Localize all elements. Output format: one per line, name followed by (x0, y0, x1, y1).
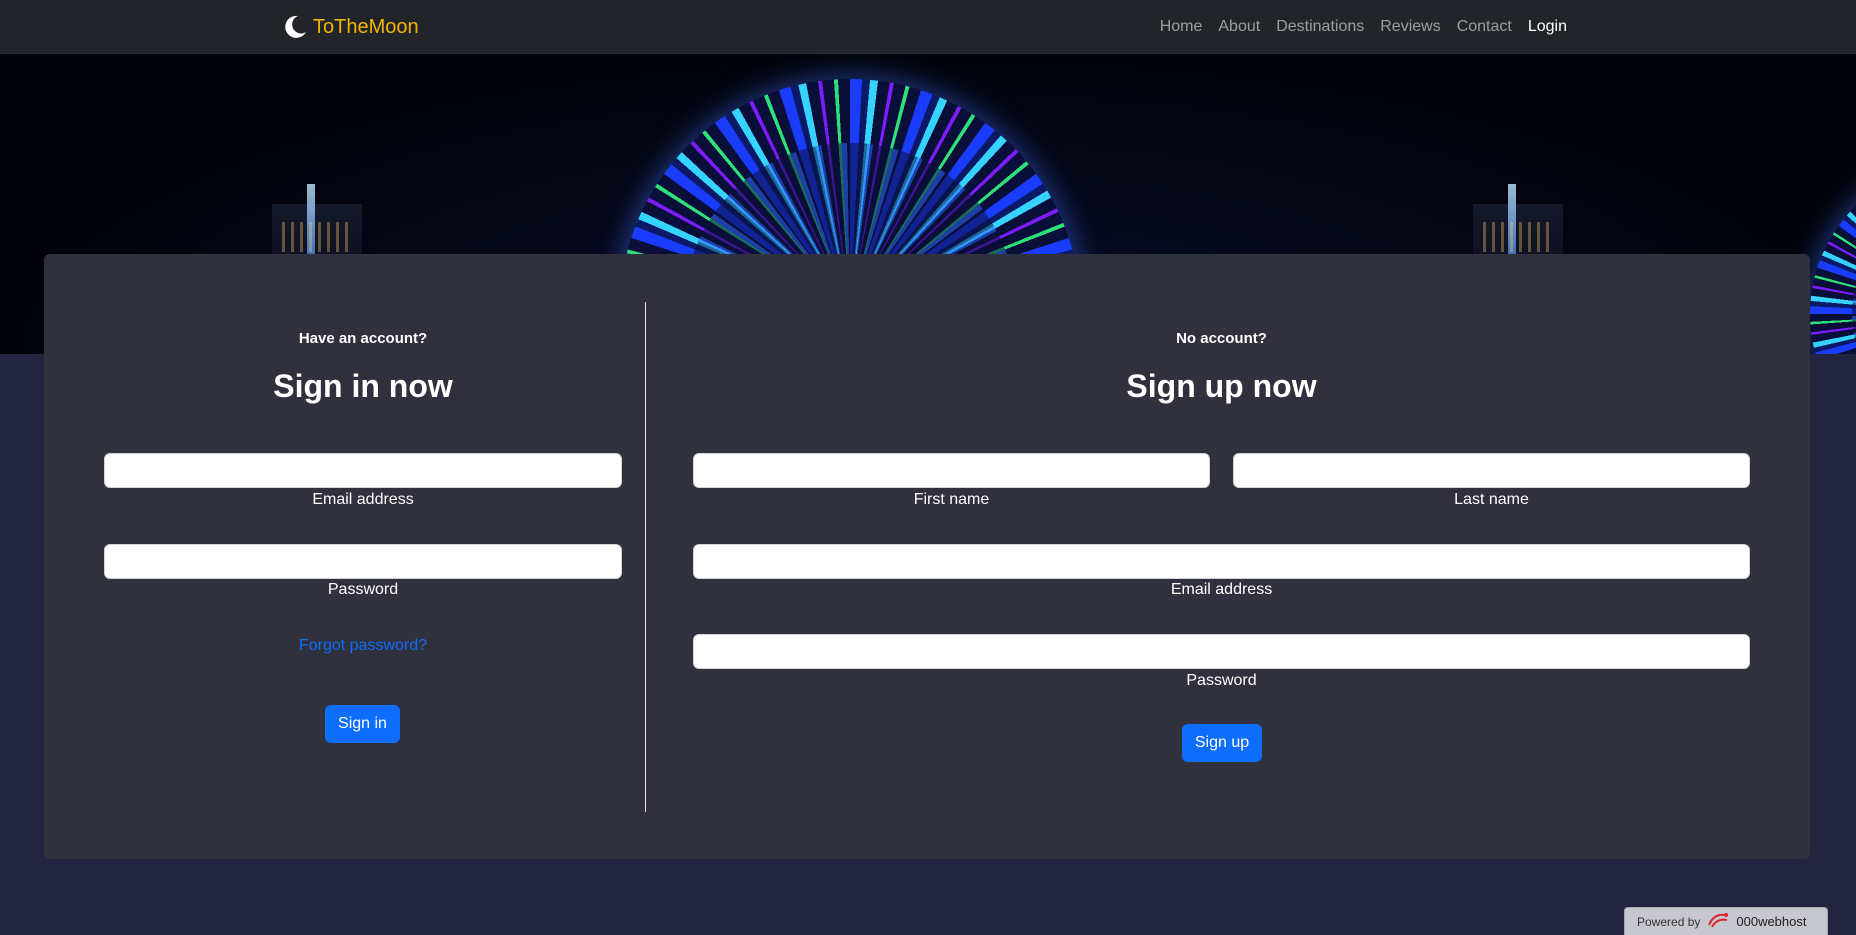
webhost-logo-icon (1706, 911, 1730, 932)
signin-subhead: Have an account? (298, 330, 428, 347)
section-divider (645, 302, 646, 812)
signin-email-label: Email address (312, 491, 414, 508)
signup-email-input[interactable] (693, 544, 1750, 579)
brand-name: ToTheMoon (313, 15, 419, 38)
brand-link[interactable]: ToTheMoon (281, 12, 419, 42)
signup-subhead: No account? (1176, 330, 1267, 347)
nav-link-reviews[interactable]: Reviews (1380, 18, 1440, 36)
navbar: ToTheMoon Home About Destinations Review… (0, 0, 1856, 54)
powered-by-badge[interactable]: Powered by 000webhost (1624, 907, 1828, 935)
signin-password-label: Password (327, 581, 399, 598)
signin-heading: Sign in now (273, 368, 453, 404)
forgot-password-link[interactable]: Forgot password? (104, 637, 622, 655)
nav-link-contact[interactable]: Contact (1457, 18, 1512, 36)
signup-heading: Sign up now (1126, 368, 1317, 404)
signup-last-name-input[interactable] (1233, 453, 1750, 488)
crescent-moon-icon (281, 13, 309, 41)
signup-button[interactable]: Sign up (1182, 724, 1262, 762)
signin-email-input[interactable] (104, 453, 622, 488)
nav-link-about[interactable]: About (1218, 18, 1260, 36)
nav-link-destinations[interactable]: Destinations (1276, 18, 1364, 36)
signup-last-name-label: Last name (1454, 491, 1529, 508)
ferris-wheel-edge-illustration (1810, 164, 1856, 354)
signup-email-label: Email address (1170, 581, 1273, 598)
powered-by-text: Powered by (1637, 914, 1701, 929)
signin-button[interactable]: Sign in (325, 705, 400, 743)
signup-first-name-label: First name (913, 491, 990, 508)
signup-password-label: Password (1186, 672, 1257, 689)
nav-links: Home About Destinations Reviews Contact … (1160, 0, 1567, 54)
webhost-name: 000webhost (1736, 914, 1807, 929)
signin-password-input[interactable] (104, 544, 622, 579)
auth-card: Have an account? Sign in now Email addre… (44, 254, 1810, 859)
signup-first-name-input[interactable] (693, 453, 1210, 488)
nav-link-login[interactable]: Login (1528, 18, 1567, 36)
nav-link-home[interactable]: Home (1160, 18, 1203, 36)
signup-password-input[interactable] (693, 634, 1750, 669)
